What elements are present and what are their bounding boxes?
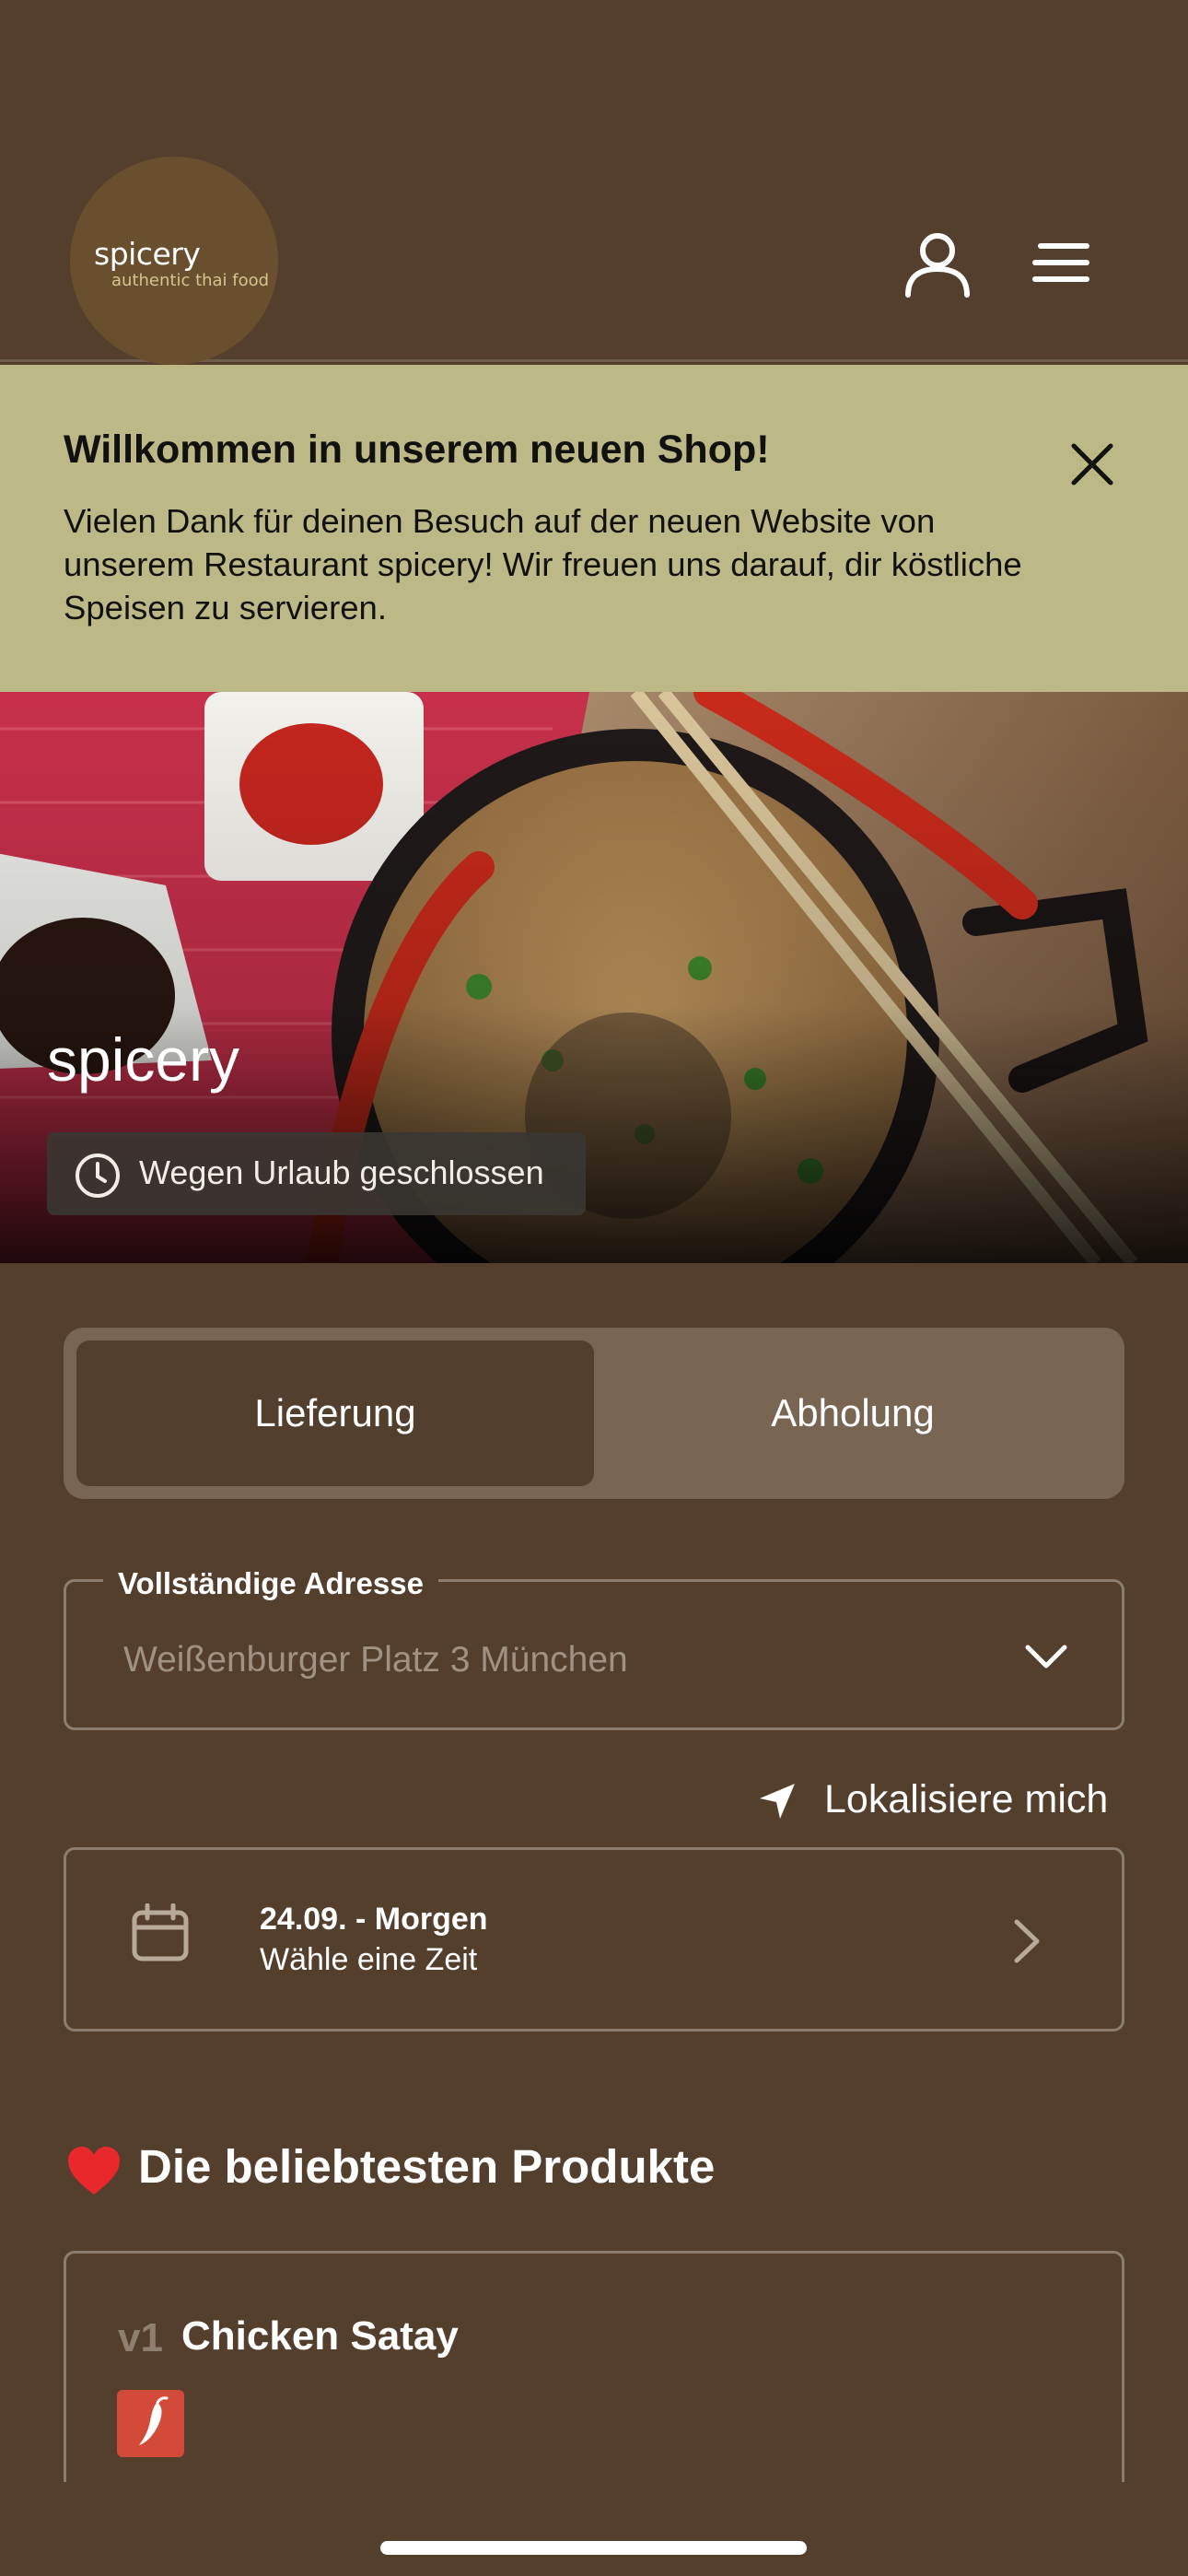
user-icon[interactable] — [903, 228, 973, 299]
address-input[interactable]: Weißenburger Platz 3 München — [123, 1640, 628, 1680]
heart-icon — [68, 2147, 120, 2195]
banner-text: Vielen Dank für deinen Besuch auf der ne… — [64, 502, 1022, 626]
tab-pickup[interactable]: Abholung — [594, 1341, 1112, 1486]
product-number: v1 — [118, 2315, 163, 2360]
tab-delivery[interactable]: Lieferung — [76, 1341, 594, 1486]
popular-heading: Die beliebtesten Produkte — [138, 2140, 716, 2193]
status-text: Wegen Urlaub geschlossen — [139, 1153, 544, 1191]
chili-badge — [117, 2390, 184, 2457]
close-icon[interactable] — [1068, 440, 1116, 488]
location-arrow-icon — [760, 1784, 795, 1819]
clock-icon — [76, 1153, 120, 1198]
logo[interactable]: spicery authentic thai food — [70, 157, 278, 365]
bottom-bar — [0, 2482, 1188, 2576]
chevron-right-icon — [1014, 1919, 1040, 1963]
home-indicator[interactable] — [380, 2541, 807, 2555]
address-label: Vollständige Adresse — [103, 1566, 438, 1601]
logo-tagline: authentic thai food — [111, 271, 270, 290]
chili-icon — [139, 2396, 169, 2445]
calendar-icon — [132, 1903, 189, 1961]
logo-name: spicery — [94, 236, 201, 272]
chevron-down-icon[interactable] — [1022, 1640, 1070, 1673]
banner-title: Willkommen in unserem neuen Shop! — [64, 427, 770, 472]
product-name: Chicken Satay — [181, 2313, 459, 2359]
locate-me-label: Lokalisiere mich — [824, 1777, 1109, 1821]
menu-icon[interactable] — [1031, 241, 1090, 284]
hero-title: spicery — [47, 1025, 240, 1094]
time-date: 24.09. - Morgen — [260, 1902, 488, 1937]
time-hint: Wähle eine Zeit — [260, 1942, 478, 1977]
delivery-time-selector[interactable] — [64, 1847, 1124, 2032]
shop-page: spicery authentic thai food Willkommen i… — [0, 0, 1188, 2576]
